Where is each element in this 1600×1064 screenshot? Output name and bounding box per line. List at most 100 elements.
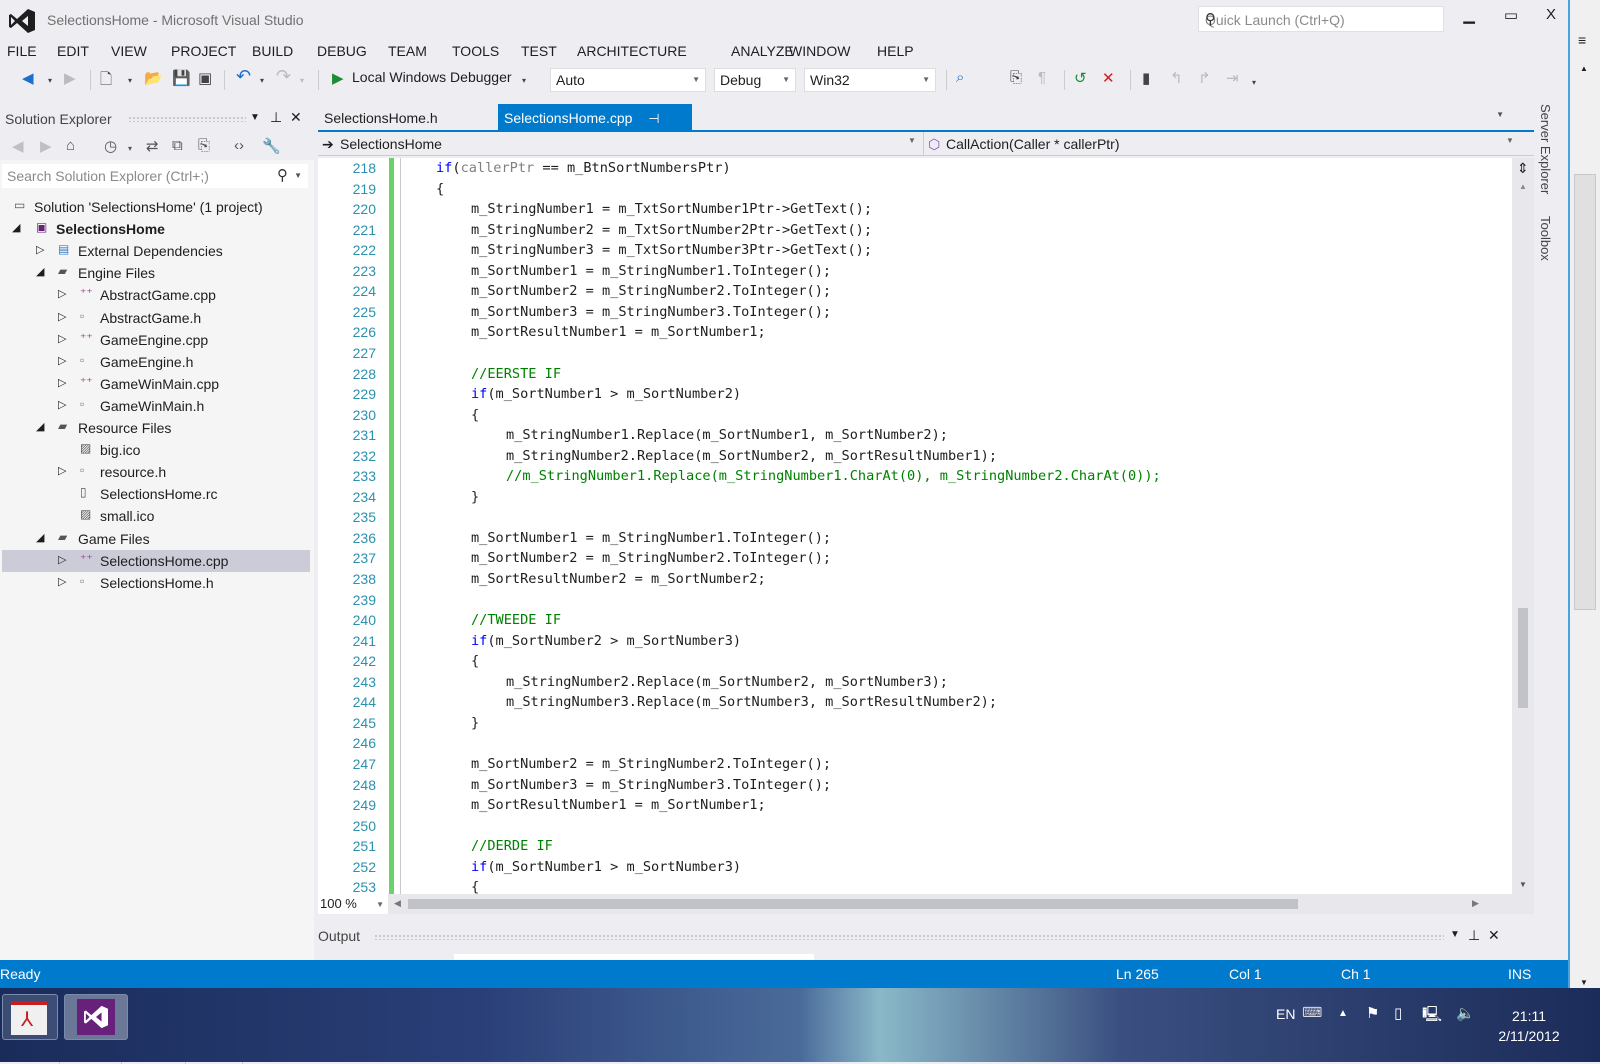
step-over-icon[interactable]: ¶ (1038, 69, 1046, 86)
forward-icon[interactable]: ▶ (40, 137, 52, 155)
menu-view[interactable]: VIEW (111, 43, 147, 59)
view-code-icon[interactable]: ‹› (234, 137, 244, 154)
system-clock[interactable]: 21:11 2/11/2012 (1484, 1008, 1574, 1044)
platform-dropdown[interactable]: Win32 ▼ (804, 68, 936, 92)
menu-file[interactable]: FILE (7, 43, 37, 59)
undo-dropdown-icon[interactable]: ▾ (260, 76, 264, 85)
expand-arrow-icon[interactable]: ▷ (58, 332, 66, 345)
maximize-button[interactable]: ▭ (1494, 6, 1528, 30)
collapse-arrow-icon[interactable]: ◢ (36, 265, 44, 278)
tree-item[interactable]: ▷ ⁺⁺ SelectionsHome.cpp (2, 549, 310, 572)
step-into-icon[interactable]: ⎘ (1010, 69, 1022, 86)
menu-debug[interactable]: DEBUG (317, 43, 367, 59)
tree-item[interactable]: ▷ ▫ GameWinMain.h (2, 395, 310, 417)
menu-team[interactable]: TEAM (388, 43, 427, 59)
tree-item[interactable]: ▷ ⁺⁺ GameWinMain.cpp (2, 373, 310, 395)
menu-edit[interactable]: EDIT (57, 43, 89, 59)
navigate-forward-icon[interactable]: ▶ (64, 69, 76, 87)
menu-test[interactable]: TEST (521, 43, 557, 59)
run-target-dropdown-icon[interactable]: ▾ (522, 76, 526, 85)
toolbar-overflow-icon[interactable]: ▾ (1252, 78, 1256, 87)
new-project-icon[interactable]: 🗋 (100, 69, 112, 94)
menu-window[interactable]: WINDOW (789, 43, 850, 59)
home-icon[interactable]: ⌂ (66, 137, 75, 154)
outer-window-scrollbar[interactable]: ≡ ▲ ▼ (1568, 0, 1600, 1010)
panel-menu-dropdown-icon[interactable]: ▼ (1450, 929, 1460, 940)
find-in-files-icon[interactable]: ⌕ (956, 69, 964, 86)
collapse-arrow-icon[interactable]: ◢ (12, 221, 20, 234)
menu-project[interactable]: PROJECT (171, 43, 236, 59)
tab-toolbox[interactable]: Toolbox (1538, 216, 1553, 261)
scroll-down-icon[interactable]: ▼ (1519, 880, 1527, 889)
prev-bookmark-icon[interactable]: ↰ (1170, 69, 1183, 87)
sync-with-document-icon[interactable]: ⇄ (146, 137, 159, 155)
expand-arrow-icon[interactable]: ▷ (58, 398, 66, 411)
back-icon[interactable]: ◀ (12, 137, 24, 155)
active-files-dropdown-icon[interactable]: ▼ (1496, 110, 1504, 119)
menu-architecture[interactable]: ARCHITECTURE (577, 43, 687, 59)
tree-item[interactable]: ▷ ⁺⁺ AbstractGame.cpp (2, 284, 310, 306)
taskbar-acrobat[interactable]: ⅄ (2, 994, 58, 1040)
solution-search-input[interactable]: Search Solution Explorer (Ctrl+;) ⚲ ▼ (2, 164, 308, 188)
quick-launch-input[interactable]: Quick Launch (Ctrl+Q) ⚲ (1198, 6, 1444, 32)
expand-arrow-icon[interactable]: ▷ (36, 243, 44, 256)
expand-arrow-icon[interactable]: ▷ (58, 287, 66, 300)
taskbar-visual-studio[interactable] (64, 994, 128, 1040)
save-icon[interactable]: 💾 (172, 69, 191, 87)
show-hidden-icons-icon[interactable]: ▲ (1338, 1008, 1348, 1019)
hamburger-icon[interactable]: ≡ (1578, 32, 1586, 48)
clear-bookmarks-icon[interactable]: ⇥ (1226, 69, 1239, 87)
tree-item[interactable]: ◢ ▣ SelectionsHome (2, 218, 310, 240)
remove-comment-icon[interactable]: ✕ (1102, 69, 1115, 87)
navigate-back-icon[interactable]: ◀ (22, 69, 34, 87)
scroll-up-icon[interactable]: ▲ (1519, 182, 1527, 191)
menu-help[interactable]: HELP (877, 43, 914, 59)
drag-handle[interactable] (374, 934, 1444, 940)
horizontal-scroll-thumb[interactable] (408, 899, 1298, 909)
split-window-icon[interactable]: ⇕ (1517, 160, 1529, 177)
undo-icon[interactable]: ↶ (236, 66, 251, 87)
tree-item[interactable]: ◢ ▰ Resource Files (2, 417, 310, 439)
drag-handle[interactable] (128, 116, 246, 122)
minimize-button[interactable]: ▁ (1452, 6, 1486, 30)
network-icon[interactable]: 🖳 (1422, 1004, 1442, 1029)
scroll-down-icon[interactable]: ▼ (1580, 978, 1588, 987)
member-dropdown[interactable]: ⬡ CallAction(Caller * callerPtr) ▼ (923, 132, 1523, 156)
tree-item[interactable]: ▷ ⁺⁺ GameEngine.cpp (2, 329, 310, 351)
redo-icon[interactable]: ↷ (276, 66, 291, 87)
outer-scroll-thumb[interactable] (1574, 174, 1596, 610)
tree-item[interactable]: ▷ ▫ SelectionsHome.h (2, 572, 310, 594)
run-target-button[interactable]: Local Windows Debugger (352, 69, 512, 85)
panel-menu-dropdown-icon[interactable]: ▼ (250, 112, 260, 123)
volume-icon[interactable]: 🔈 (1456, 1004, 1475, 1022)
properties-wrench-icon[interactable]: 🔧 (262, 137, 281, 155)
tree-item[interactable]: ▷ ▫ AbstractGame.h (2, 307, 310, 329)
redo-dropdown-icon[interactable]: ▾ (300, 76, 304, 85)
open-file-icon[interactable]: 📂 (144, 69, 163, 87)
back-dropdown-icon[interactable]: ▾ (48, 76, 52, 85)
vertical-scroll-thumb[interactable] (1518, 608, 1528, 708)
tree-item[interactable]: ▨ big.ico (2, 439, 310, 461)
menu-analyze[interactable]: ANALYZE (731, 43, 794, 59)
next-bookmark-icon[interactable]: ↱ (1198, 69, 1211, 87)
close-window-button[interactable]: X (1534, 6, 1568, 30)
scope-dropdown[interactable]: ➔ SelectionsHome ▼ (318, 132, 920, 156)
menu-build[interactable]: BUILD (252, 43, 293, 59)
add-comment-icon[interactable]: ↺ (1074, 69, 1087, 87)
solution-configurations-auto[interactable]: Auto ▼ (550, 68, 706, 92)
tab-selectionshome-cpp[interactable]: SelectionsHome.cpp ⊣ ✕ (498, 104, 692, 143)
collapse-arrow-icon[interactable]: ◢ (36, 531, 44, 544)
collapse-all-icon[interactable]: ⧉ (172, 137, 183, 154)
input-language[interactable]: EN (1276, 1006, 1295, 1022)
pending-changes-filter-icon[interactable]: ◷ (104, 137, 117, 155)
keyboard-icon[interactable]: ⌨ (1302, 1004, 1322, 1021)
menu-tools[interactable]: TOOLS (452, 43, 499, 59)
expand-arrow-icon[interactable]: ▷ (58, 310, 66, 323)
battery-icon[interactable]: ▯ (1394, 1004, 1402, 1022)
expand-arrow-icon[interactable]: ▷ (58, 553, 66, 566)
pin-icon[interactable]: ⊥ (270, 109, 282, 126)
expand-arrow-icon[interactable]: ▷ (58, 575, 66, 588)
close-panel-icon[interactable]: ✕ (1488, 927, 1500, 944)
expand-arrow-icon[interactable]: ▷ (58, 376, 66, 389)
new-project-dropdown-icon[interactable]: ▾ (128, 76, 132, 85)
